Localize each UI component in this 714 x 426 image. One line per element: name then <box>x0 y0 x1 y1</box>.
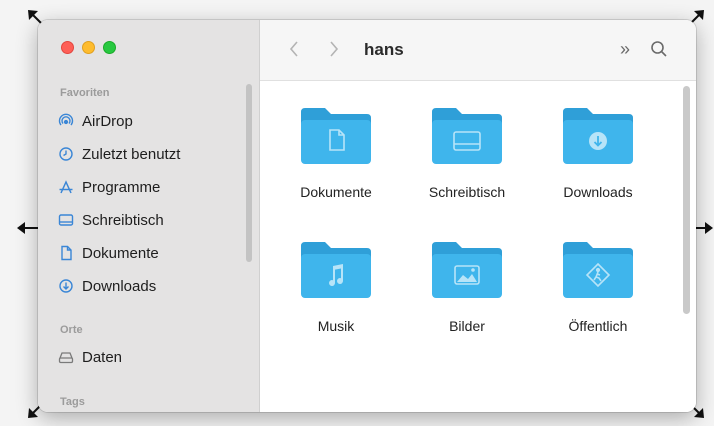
sidebar-item-schreibtisch[interactable]: Schreibtisch <box>58 207 248 233</box>
download-icon <box>58 278 74 294</box>
sidebar-item-programme[interactable]: Programme <box>58 174 248 200</box>
folder-item[interactable]: Musik <box>276 240 396 350</box>
content-scrollbar[interactable] <box>683 86 690 314</box>
folder-item[interactable]: Bilder <box>407 240 527 350</box>
back-button[interactable] <box>284 38 304 60</box>
clock-icon <box>58 146 74 162</box>
folder-label: Schreibtisch <box>428 184 506 200</box>
file-grid: Dokumente Schreibtisch Downloads Musik B… <box>260 81 696 412</box>
sidebar-item-label: Programme <box>82 178 161 196</box>
finder-window: Favoriten AirDrop Zuletzt benutzt Progra… <box>38 20 696 412</box>
drive-icon <box>58 349 74 365</box>
sidebar-item-label: AirDrop <box>82 112 133 130</box>
folder-icon <box>432 242 502 298</box>
sidebar-item-label: Downloads <box>82 277 157 295</box>
folder-label: Öffentlich <box>568 318 628 334</box>
folder-icon <box>563 108 633 164</box>
chevron-left-icon <box>289 41 298 57</box>
sidebar-item-label: Schreibtisch <box>82 211 164 229</box>
zoom-button[interactable] <box>103 41 116 54</box>
apps-icon <box>58 179 74 195</box>
sidebar-scrollbar[interactable] <box>246 84 252 262</box>
minimize-button[interactable] <box>82 41 95 54</box>
sidebar-section-favoriten: Favoriten <box>60 87 110 99</box>
sidebar-item-airdrop[interactable]: AirDrop <box>58 108 248 134</box>
folder-item[interactable]: Schreibtisch <box>407 106 527 216</box>
folder-icon <box>563 242 633 298</box>
sidebar-item-label: Dokumente <box>82 244 159 262</box>
sidebar-item-label: Zuletzt benutzt <box>82 145 181 163</box>
sidebar-item-dokumente[interactable]: Dokumente <box>58 240 248 266</box>
sidebar-item-recents[interactable]: Zuletzt benutzt <box>58 141 248 167</box>
folder-label: Downloads <box>563 184 633 200</box>
folder-label: Musik <box>317 318 355 334</box>
window-controls <box>61 41 116 54</box>
double-chevron-icon: » <box>619 38 630 59</box>
sidebar-section-orte: Orte <box>60 324 83 336</box>
chevron-right-icon <box>330 41 339 57</box>
sidebar-item-downloads[interactable]: Downloads <box>58 273 248 299</box>
sidebar: Favoriten AirDrop Zuletzt benutzt Progra… <box>38 20 260 412</box>
toolbar-overflow-button[interactable]: » <box>614 38 636 60</box>
search-icon <box>651 41 667 57</box>
folder-icon <box>432 108 502 164</box>
desktop-icon <box>58 212 74 228</box>
window-title: hans <box>364 40 404 59</box>
close-button[interactable] <box>61 41 74 54</box>
folder-item[interactable]: Downloads <box>538 106 658 216</box>
download-icon <box>589 132 607 150</box>
sidebar-section-tags: Tags <box>60 396 85 408</box>
sidebar-item-label: Daten <box>82 348 123 366</box>
document-icon <box>58 245 74 261</box>
search-button[interactable] <box>648 38 670 60</box>
folder-item[interactable]: Öffentlich <box>538 240 658 350</box>
toolbar: hans » <box>260 20 696 81</box>
forward-button[interactable] <box>324 38 344 60</box>
folder-icon <box>301 108 371 164</box>
sidebar-item-daten[interactable]: Daten <box>58 344 248 370</box>
folder-label: Dokumente <box>300 184 372 200</box>
folder-label: Bilder <box>449 318 485 334</box>
folder-item[interactable]: Dokumente <box>276 106 396 216</box>
airdrop-icon <box>58 113 74 129</box>
folder-icon <box>301 242 371 298</box>
